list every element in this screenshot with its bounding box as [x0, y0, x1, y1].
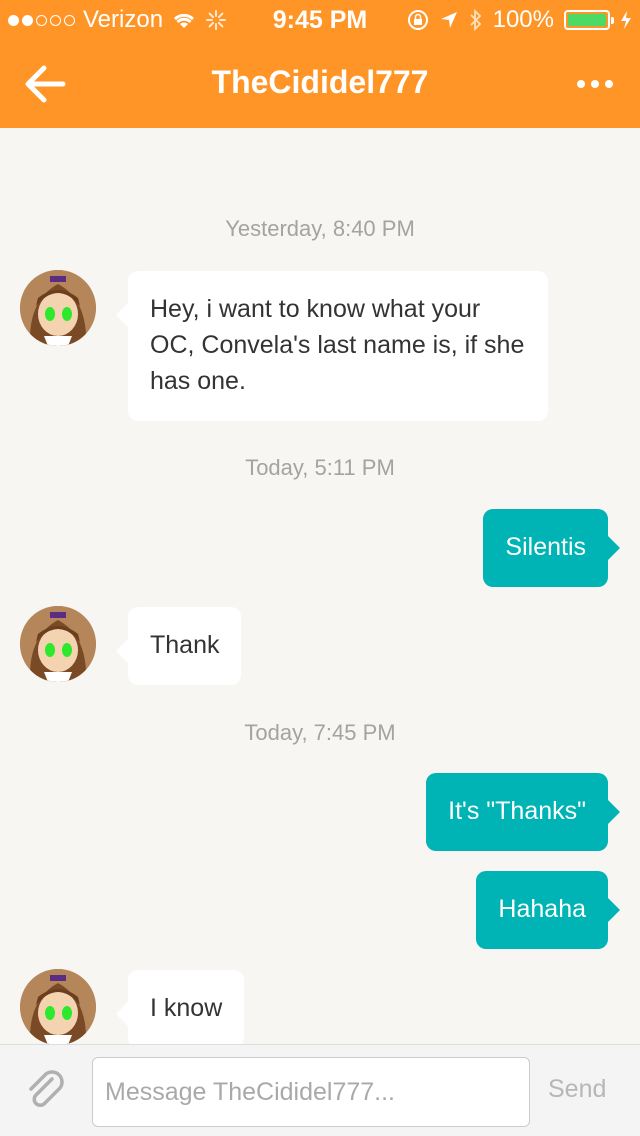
- app-header: Verizon 9:45 PM 100% TheCididel777: [0, 0, 640, 128]
- outgoing-message[interactable]: It's "Thanks": [426, 773, 620, 851]
- message-input[interactable]: [92, 1057, 530, 1127]
- battery-fill: [568, 14, 606, 26]
- battery-percent: 100%: [492, 6, 554, 33]
- timestamp: Yesterday, 8:40 PM: [225, 216, 415, 241]
- timestamp: Today, 5:11 PM: [245, 455, 395, 480]
- rotation-lock-icon: [407, 10, 428, 30]
- nav-bar: TheCididel777: [0, 40, 640, 128]
- message-composer: Send: [0, 1044, 640, 1136]
- charging-bolt-icon: [621, 11, 631, 29]
- outgoing-message[interactable]: Hahaha: [476, 871, 620, 949]
- outgoing-message[interactable]: Silentis: [483, 509, 620, 587]
- bluetooth-icon: [469, 9, 481, 31]
- incoming-message[interactable]: Thank: [115, 607, 242, 685]
- status-right: 100%: [407, 6, 632, 34]
- incoming-message[interactable]: Hey, i want to know what your OC, Convel…: [116, 271, 548, 421]
- battery-icon: [564, 10, 614, 30]
- conversation-title: TheCididel777: [211, 64, 429, 100]
- timestamp: Today, 7:45 PM: [244, 720, 396, 745]
- avatar[interactable]: [20, 606, 96, 682]
- avatar[interactable]: [20, 969, 96, 1045]
- location-arrow-icon: [440, 12, 457, 28]
- status-bar: Verizon 9:45 PM 100%: [0, 0, 640, 40]
- incoming-message[interactable]: I know: [115, 970, 245, 1048]
- send-button[interactable]: Send: [548, 1075, 606, 1104]
- more-dots-icon[interactable]: [570, 66, 620, 102]
- avatar[interactable]: [20, 270, 96, 346]
- paperclip-icon[interactable]: [22, 1067, 70, 1115]
